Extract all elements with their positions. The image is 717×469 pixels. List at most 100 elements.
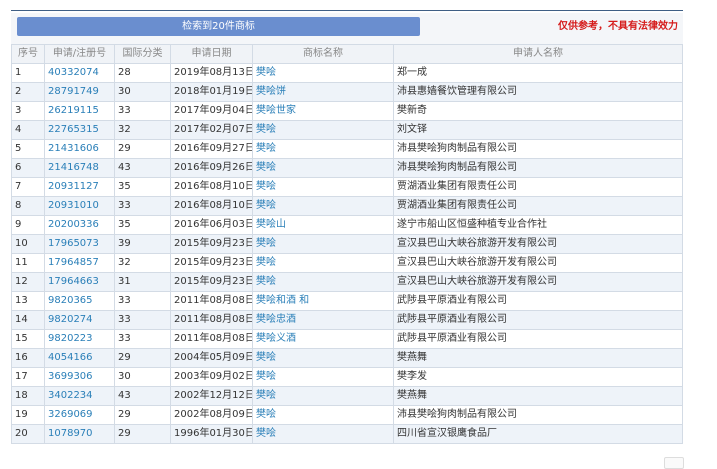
cell-reg-number[interactable]: 20931127	[44, 177, 115, 197]
cell-applicant: 樊燕舞	[393, 348, 683, 368]
cell-trademark-name[interactable]: 樊哙	[252, 196, 394, 216]
cell-applicant: 遂宁市船山区恒盛种植专业合作社	[393, 215, 683, 235]
cell-reg-number[interactable]: 21416748	[44, 158, 115, 178]
cell-trademark-name[interactable]: 樊哙	[252, 367, 394, 387]
cell-index: 12	[11, 272, 45, 292]
cell-reg-number[interactable]: 40332074	[44, 63, 115, 83]
cell-reg-number[interactable]: 1078970	[44, 424, 115, 444]
cell-applicant: 武陟县平原酒业有限公司	[393, 291, 683, 311]
cell-trademark-name[interactable]: 樊哙	[252, 120, 394, 140]
cell-trademark-name[interactable]: 樊哙	[252, 348, 394, 368]
cell-reg-number[interactable]: 20200336	[44, 215, 115, 235]
cell-reg-number[interactable]: 9820223	[44, 329, 115, 349]
cell-date: 2011年08月08日	[170, 310, 253, 330]
cell-class: 33	[114, 329, 171, 349]
table-row: 5 21431606 29 2016年09月27日 樊哙 沛县樊哙狗肉制品有限公司	[11, 139, 683, 159]
cell-trademark-name[interactable]: 樊哙	[252, 424, 394, 444]
table-row: 10 17965073 39 2015年09月23日 樊哙 宣汉县巴山大峡谷旅游开发有限公…	[11, 234, 683, 254]
cell-trademark-name[interactable]: 樊哙	[252, 405, 394, 425]
result-count-banner: 检索到20件商标	[17, 17, 420, 36]
cell-class: 29	[114, 405, 171, 425]
table-row: 4 22765315 32 2017年02月07日 樊哙 刘文铎	[11, 120, 683, 140]
cell-trademark-name[interactable]: 樊哙	[252, 272, 394, 292]
table-row: 19 3269069 29 2002年08月09日 樊哙 沛县樊哙狗肉制品有限公司	[11, 405, 683, 425]
cell-trademark-name[interactable]: 樊哙饼	[252, 82, 394, 102]
cell-reg-number[interactable]: 21431606	[44, 139, 115, 159]
cell-applicant: 刘文铎	[393, 120, 683, 140]
cell-index: 6	[11, 158, 45, 178]
cell-reg-number[interactable]: 20931010	[44, 196, 115, 216]
cell-trademark-name[interactable]: 樊哙	[252, 63, 394, 83]
cell-class: 33	[114, 310, 171, 330]
cell-date: 2011年08月08日	[170, 329, 253, 349]
cell-trademark-name[interactable]: 樊哙	[252, 177, 394, 197]
header-col-index: 序号	[11, 44, 45, 64]
header-col-date: 申请日期	[170, 44, 253, 64]
cell-class: 32	[114, 253, 171, 273]
cell-date: 2004年05月09日	[170, 348, 253, 368]
cell-reg-number[interactable]: 3402234	[44, 386, 115, 406]
cell-trademark-name[interactable]: 樊哙	[252, 158, 394, 178]
header-col-class: 国际分类	[114, 44, 171, 64]
cell-class: 31	[114, 272, 171, 292]
cell-date: 2016年09月26日	[170, 158, 253, 178]
table-row: 9 20200336 35 2016年06月03日 樊哙山 遂宁市船山区恒盛种植专业合作社	[11, 215, 683, 235]
table-row: 1 40332074 28 2019年08月13日 樊哙 郑一成	[11, 63, 683, 83]
cell-reg-number[interactable]: 9820365	[44, 291, 115, 311]
cell-class: 39	[114, 234, 171, 254]
top-divider	[11, 10, 683, 11]
cell-reg-number[interactable]: 17964663	[44, 272, 115, 292]
cell-class: 29	[114, 424, 171, 444]
table-row: 20 1078970 29 1996年01月30日 樊哙 四川省宣汉银鹰食品厂	[11, 424, 683, 444]
cell-date: 2015年09月23日	[170, 234, 253, 254]
cell-index: 17	[11, 367, 45, 387]
cell-index: 13	[11, 291, 45, 311]
cell-date: 2016年08月10日	[170, 196, 253, 216]
cell-reg-number[interactable]: 17964857	[44, 253, 115, 273]
cell-reg-number[interactable]: 9820274	[44, 310, 115, 330]
cell-trademark-name[interactable]: 樊哙忠酒	[252, 310, 394, 330]
header-col-reg-number: 申请/注册号	[44, 44, 115, 64]
cell-trademark-name[interactable]: 樊哙	[252, 139, 394, 159]
cell-trademark-name[interactable]: 樊哙	[252, 386, 394, 406]
cell-reg-number[interactable]: 26219115	[44, 101, 115, 121]
cell-trademark-name[interactable]: 樊哙山	[252, 215, 394, 235]
cell-trademark-name[interactable]: 樊哙	[252, 253, 394, 273]
cell-class: 33	[114, 196, 171, 216]
cell-index: 8	[11, 196, 45, 216]
cell-reg-number[interactable]: 3269069	[44, 405, 115, 425]
cell-applicant: 宣汉县巴山大峡谷旅游开发有限公司	[393, 253, 683, 273]
cell-index: 5	[11, 139, 45, 159]
cell-class: 35	[114, 177, 171, 197]
cell-date: 2015年09月23日	[170, 272, 253, 292]
cell-trademark-name[interactable]: 樊哙义酒	[252, 329, 394, 349]
cell-applicant: 武陟县平原酒业有限公司	[393, 329, 683, 349]
cell-reg-number[interactable]: 4054166	[44, 348, 115, 368]
cell-class: 33	[114, 101, 171, 121]
cell-class: 43	[114, 158, 171, 178]
table-row: 18 3402234 43 2002年12月12日 樊哙 樊燕舞	[11, 386, 683, 406]
table-row: 3 26219115 33 2017年09月04日 樊哙世家 樊新奇	[11, 101, 683, 121]
cell-reg-number[interactable]: 17965073	[44, 234, 115, 254]
cell-index: 9	[11, 215, 45, 235]
table-row: 12 17964663 31 2015年09月23日 樊哙 宣汉县巴山大峡谷旅游开发有限公…	[11, 272, 683, 292]
cell-reg-number[interactable]: 3699306	[44, 367, 115, 387]
cell-class: 28	[114, 63, 171, 83]
trademark-table: 序号 申请/注册号 国际分类 申请日期 商标名称 申请人名称 1 40332074 28 201…	[11, 44, 683, 444]
cell-reg-number[interactable]: 22765315	[44, 120, 115, 140]
cell-trademark-name[interactable]: 樊哙世家	[252, 101, 394, 121]
cell-index: 16	[11, 348, 45, 368]
cell-index: 15	[11, 329, 45, 349]
table-row: 11 17964857 32 2015年09月23日 樊哙 宣汉县巴山大峡谷旅游开发有限公…	[11, 253, 683, 273]
cell-applicant: 樊新奇	[393, 101, 683, 121]
pagination-button[interactable]	[664, 457, 684, 469]
cell-date: 2017年09月04日	[170, 101, 253, 121]
cell-reg-number[interactable]: 28791749	[44, 82, 115, 102]
cell-date: 2016年08月10日	[170, 177, 253, 197]
cell-date: 2002年08月09日	[170, 405, 253, 425]
cell-trademark-name[interactable]: 樊哙和酒 和	[252, 291, 394, 311]
cell-class: 29	[114, 348, 171, 368]
cell-trademark-name[interactable]: 樊哙	[252, 234, 394, 254]
cell-applicant: 四川省宣汉银鹰食品厂	[393, 424, 683, 444]
cell-date: 2019年08月13日	[170, 63, 253, 83]
